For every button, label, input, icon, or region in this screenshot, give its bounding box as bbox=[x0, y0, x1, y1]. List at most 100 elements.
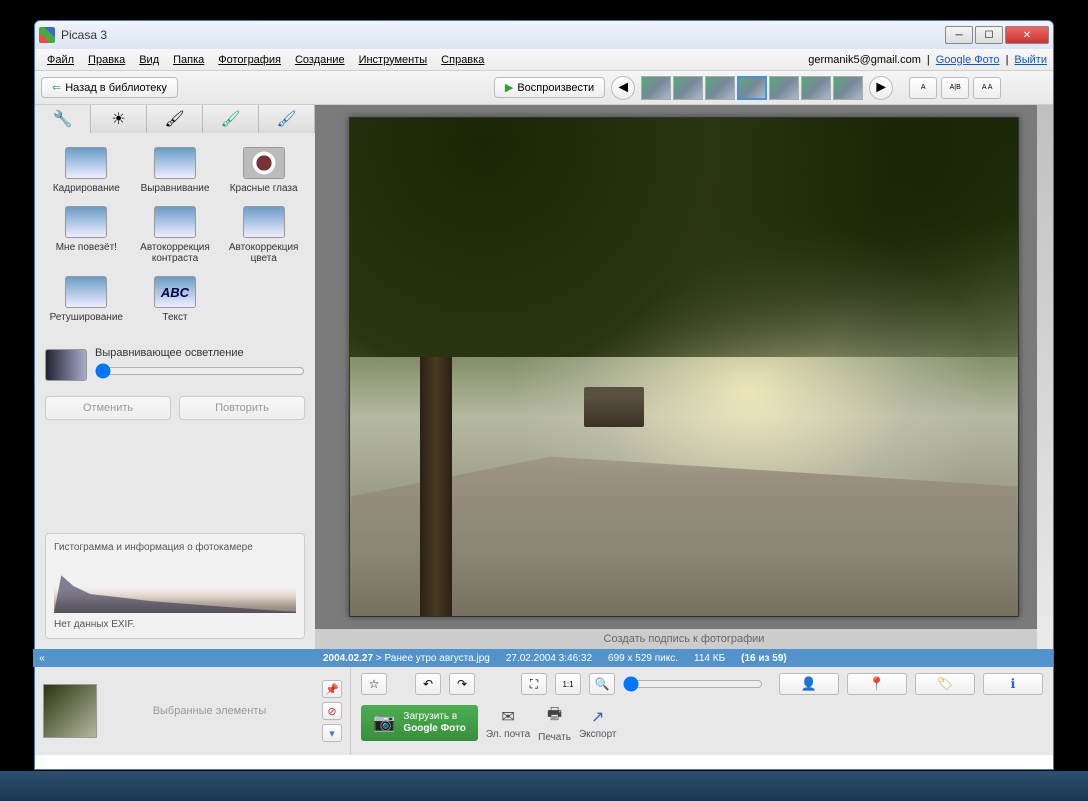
thumbnail-active[interactable] bbox=[737, 76, 767, 100]
redo-button[interactable]: Повторить bbox=[179, 396, 305, 420]
thumbnail[interactable] bbox=[705, 76, 735, 100]
menu-edit[interactable]: Правка bbox=[82, 52, 131, 68]
rotate-left-button[interactable]: ↶ bbox=[415, 673, 441, 695]
menu-photo[interactable]: Фотография bbox=[212, 52, 287, 68]
tags-button[interactable]: 🏷 bbox=[915, 673, 975, 695]
export-icon: ↗ bbox=[591, 707, 604, 727]
back-to-library-button[interactable]: Назад в библиотеку bbox=[41, 77, 178, 98]
next-photo-button[interactable]: ► bbox=[869, 76, 893, 100]
straighten-tool[interactable]: Выравнивание bbox=[134, 147, 217, 194]
prev-photo-button[interactable]: ◄ bbox=[611, 76, 635, 100]
camera-icon: 📷 bbox=[373, 712, 395, 734]
actual-size-button[interactable]: 1:1 bbox=[555, 673, 581, 695]
fill-light-icon bbox=[45, 349, 87, 381]
print-button[interactable]: 🖶Печать bbox=[538, 703, 571, 743]
email-button[interactable]: ✉Эл. почта bbox=[486, 707, 530, 740]
minimize-button[interactable]: ─ bbox=[945, 26, 973, 44]
bottom-panel: Выбранные элементы 📌 ⊘ ▾ ☆ ↶ ↷ ⛶ 1:1 🔍 👤… bbox=[35, 667, 1053, 755]
brush-green-icon: 🖌 bbox=[220, 109, 240, 129]
zoom-button[interactable]: 🔍 bbox=[589, 673, 615, 695]
viewer-scrollbar[interactable] bbox=[1037, 105, 1053, 649]
close-button[interactable]: ✕ bbox=[1005, 26, 1049, 44]
auto-color-tool[interactable]: Автокоррекция цвета bbox=[222, 206, 305, 264]
exif-info: Нет данных EXIF. bbox=[54, 619, 296, 630]
menu-help[interactable]: Справка bbox=[435, 52, 490, 68]
geo-tag-button[interactable]: 📍 bbox=[847, 673, 907, 695]
caption-input[interactable]: Создать подпись к фотографии bbox=[604, 633, 765, 645]
sun-icon: ☀ bbox=[111, 109, 125, 129]
selection-tray: Выбранные элементы 📌 ⊘ ▾ bbox=[35, 667, 351, 755]
add-to-album-button[interactable]: ▾ bbox=[322, 724, 342, 742]
thumbnail[interactable] bbox=[833, 76, 863, 100]
person-icon: 👤 bbox=[801, 676, 817, 692]
photo-position: (16 из 59) bbox=[741, 653, 787, 664]
menu-view[interactable]: Вид bbox=[133, 52, 165, 68]
menu-file[interactable]: Файл bbox=[41, 52, 80, 68]
lucky-icon bbox=[65, 206, 107, 238]
retouch-tool[interactable]: Ретуширование bbox=[45, 276, 128, 323]
pin-selection-button[interactable]: 📌 bbox=[322, 680, 342, 698]
histogram-panel: Гистограмма и информация о фотокамере Не… bbox=[45, 533, 305, 639]
crop-tool[interactable]: Кадрирование bbox=[45, 147, 128, 194]
main-image[interactable] bbox=[349, 117, 1019, 617]
selected-thumbnail[interactable] bbox=[43, 684, 97, 738]
app-icon bbox=[39, 27, 55, 43]
google-photos-link[interactable]: Google Фото bbox=[936, 54, 1000, 66]
file-datetime: 27.02.2004 3:46:32 bbox=[506, 653, 592, 664]
undo-button[interactable]: Отменить bbox=[45, 396, 171, 420]
retouch-icon bbox=[65, 276, 107, 308]
brush-blue-icon: 🖌 bbox=[276, 109, 296, 129]
tab-basic-fixes[interactable]: 🔧 bbox=[35, 105, 91, 133]
thumbnail[interactable] bbox=[801, 76, 831, 100]
magnify-icon: 🔍 bbox=[595, 677, 610, 691]
auto-contrast-tool[interactable]: Автокоррекция контраста bbox=[134, 206, 217, 264]
statusbar: « 2004.02.27 > Ранее утро августа.jpg 27… bbox=[35, 649, 1053, 667]
fill-light-slider[interactable] bbox=[95, 363, 305, 379]
titlebar[interactable]: Picasa 3 ─ ☐ ✕ bbox=[35, 21, 1053, 49]
thumbnail[interactable] bbox=[673, 76, 703, 100]
menubar: Файл Правка Вид Папка Фотография Создани… bbox=[35, 49, 1053, 71]
tab-tuning[interactable]: ☀ bbox=[91, 105, 147, 133]
play-slideshow-button[interactable]: Воспроизвести bbox=[494, 77, 605, 98]
star-icon: ☆ bbox=[369, 677, 380, 691]
view-mode-split[interactable]: A A bbox=[973, 77, 1001, 99]
zoom-slider[interactable] bbox=[623, 676, 763, 692]
collapse-tray-button[interactable]: « bbox=[33, 649, 51, 667]
tab-effects-2[interactable]: 🖌 bbox=[203, 105, 259, 133]
redeye-tool[interactable]: Красные глаза bbox=[222, 147, 305, 194]
rotate-right-button[interactable]: ↷ bbox=[449, 673, 475, 695]
export-button[interactable]: ↗Экспорт bbox=[579, 707, 617, 740]
windows-taskbar[interactable] bbox=[0, 771, 1088, 801]
file-size: 114 КБ bbox=[694, 653, 725, 664]
menu-folder[interactable]: Папка bbox=[167, 52, 210, 68]
fit-button[interactable]: ⛶ bbox=[521, 673, 547, 695]
menu-separator: | bbox=[1006, 54, 1009, 66]
lucky-tool[interactable]: Мне повезёт! bbox=[45, 206, 128, 264]
app-window: Picasa 3 ─ ☐ ✕ Файл Правка Вид Папка Фот… bbox=[34, 20, 1054, 770]
image-viewer: Создать подпись к фотографии bbox=[315, 105, 1053, 649]
thumbnail[interactable] bbox=[641, 76, 671, 100]
upload-google-photos-button[interactable]: 📷 Загрузить вGoogle Фото bbox=[361, 705, 478, 741]
clear-selection-button[interactable]: ⊘ bbox=[322, 702, 342, 720]
tab-effects-1[interactable]: 🖌 bbox=[147, 105, 203, 133]
thumbnail[interactable] bbox=[769, 76, 799, 100]
folder-name: 2004.02.27 bbox=[323, 653, 373, 664]
logout-link[interactable]: Выйти bbox=[1014, 54, 1047, 66]
tab-effects-3[interactable]: 🖌 bbox=[259, 105, 315, 133]
brush-icon: 🖌 bbox=[164, 109, 184, 129]
info-button[interactable]: ℹ bbox=[983, 673, 1043, 695]
menu-create[interactable]: Создание bbox=[289, 52, 351, 68]
menu-tools[interactable]: Инструменты bbox=[353, 52, 434, 68]
edit-tabs: 🔧 ☀ 🖌 🖌 🖌 bbox=[35, 105, 315, 133]
onetoone-icon: 1:1 bbox=[562, 680, 573, 689]
crop-icon bbox=[65, 147, 107, 179]
edit-sidebar: 🔧 ☀ 🖌 🖌 🖌 Кадрирование Выравнивание Крас… bbox=[35, 105, 315, 649]
text-tool[interactable]: ABCТекст bbox=[134, 276, 217, 323]
maximize-button[interactable]: ☐ bbox=[975, 26, 1003, 44]
toolbar: Назад в библиотеку Воспроизвести ◄ ► A A… bbox=[35, 71, 1053, 105]
star-button[interactable]: ☆ bbox=[361, 673, 387, 695]
color-icon bbox=[243, 206, 285, 238]
people-tag-button[interactable]: 👤 bbox=[779, 673, 839, 695]
view-mode-single[interactable]: A bbox=[909, 77, 937, 99]
view-mode-sidebyside[interactable]: A|B bbox=[941, 77, 969, 99]
